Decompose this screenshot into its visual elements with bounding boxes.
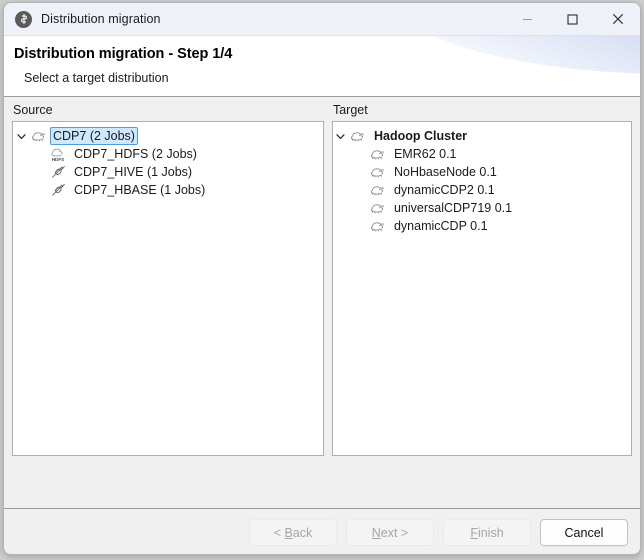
wizard-body: Source CDP7 (2 Jobs) HDFS CDP7_HDFS (2 J… <box>4 97 640 508</box>
tree-item-label: dynamicCDP 0.1 <box>391 218 491 234</box>
hadoop-elephant-icon <box>369 146 387 162</box>
button-label: Cancel <box>565 526 604 540</box>
close-icon[interactable] <box>595 3 640 35</box>
tree-item[interactable]: NoHbaseNode 0.1 <box>333 163 631 181</box>
connector-plug-icon <box>49 182 67 198</box>
minimize-icon[interactable] <box>505 3 550 35</box>
maximize-icon[interactable] <box>550 3 595 35</box>
tree-item[interactable]: Hadoop Cluster <box>333 127 631 145</box>
svg-text:HDFS: HDFS <box>52 157 65 162</box>
target-pane: Target Hadoop Cluster EMR62 0.1 <box>332 103 632 456</box>
tree-item-label: CDP7_HBASE (1 Jobs) <box>71 182 208 198</box>
tree-panes: Source CDP7 (2 Jobs) HDFS CDP7_HDFS (2 J… <box>12 103 632 456</box>
button-label: < Back <box>274 526 313 540</box>
button-label: Next > <box>372 526 408 540</box>
tree-item[interactable]: dynamicCDP 0.1 <box>333 217 631 235</box>
tree-item[interactable]: CDP7_HIVE (1 Jobs) <box>13 163 323 181</box>
window-controls <box>505 3 640 35</box>
next-button: Next > <box>346 519 434 546</box>
tree-item-label: Hadoop Cluster <box>371 128 470 144</box>
tree-item-label: NoHbaseNode 0.1 <box>391 164 500 180</box>
finish-button: Finish <box>443 519 531 546</box>
hadoop-elephant-icon <box>29 128 47 144</box>
tree-item[interactable]: HDFS CDP7_HDFS (2 Jobs) <box>13 145 323 163</box>
app-logo-icon <box>15 11 32 28</box>
hadoop-elephant-icon <box>369 200 387 216</box>
tree-item[interactable]: CDP7 (2 Jobs) <box>13 127 323 145</box>
pane-divider <box>324 103 332 456</box>
tree-item-label: EMR62 0.1 <box>391 146 460 162</box>
button-bar: < Back Next > Finish Cancel <box>4 508 640 555</box>
target-label: Target <box>332 103 632 117</box>
source-pane: Source CDP7 (2 Jobs) HDFS CDP7_HDFS (2 J… <box>12 103 324 456</box>
chevron-down-icon[interactable] <box>13 132 29 141</box>
tree-item-label: dynamicCDP2 0.1 <box>391 182 498 198</box>
tree-item[interactable]: universalCDP719 0.1 <box>333 199 631 217</box>
hadoop-elephant-icon <box>369 164 387 180</box>
page-subtitle: Select a target distribution <box>24 71 169 85</box>
chevron-down-icon[interactable] <box>333 132 349 141</box>
source-tree[interactable]: CDP7 (2 Jobs) HDFS CDP7_HDFS (2 Jobs) CD… <box>12 121 324 456</box>
button-label: Finish <box>470 526 503 540</box>
tree-item[interactable]: dynamicCDP2 0.1 <box>333 181 631 199</box>
hadoop-elephant-icon <box>349 128 367 144</box>
header-decoration <box>380 36 640 74</box>
connector-plug-icon <box>49 164 67 180</box>
source-label: Source <box>12 103 324 117</box>
cancel-button[interactable]: Cancel <box>540 519 628 546</box>
hdfs-icon: HDFS <box>49 146 67 162</box>
tree-item-label: CDP7_HIVE (1 Jobs) <box>71 164 195 180</box>
tree-item-label: universalCDP719 0.1 <box>391 200 515 216</box>
tree-item[interactable]: EMR62 0.1 <box>333 145 631 163</box>
title-bar: Distribution migration <box>4 3 640 36</box>
window-title: Distribution migration <box>41 12 161 26</box>
wizard-header: Distribution migration - Step 1/4 Select… <box>4 36 640 97</box>
tree-item-label: CDP7_HDFS (2 Jobs) <box>71 146 200 162</box>
tree-item-label: CDP7 (2 Jobs) <box>50 127 138 145</box>
back-button: < Back <box>249 519 337 546</box>
page-title: Distribution migration - Step 1/4 <box>14 46 232 62</box>
dialog-window: Distribution migration Distribution migr… <box>3 2 641 555</box>
target-tree[interactable]: Hadoop Cluster EMR62 0.1 NoHbaseNode 0.1 <box>332 121 632 456</box>
hadoop-elephant-icon <box>369 218 387 234</box>
hadoop-elephant-icon <box>369 182 387 198</box>
tree-item[interactable]: CDP7_HBASE (1 Jobs) <box>13 181 323 199</box>
